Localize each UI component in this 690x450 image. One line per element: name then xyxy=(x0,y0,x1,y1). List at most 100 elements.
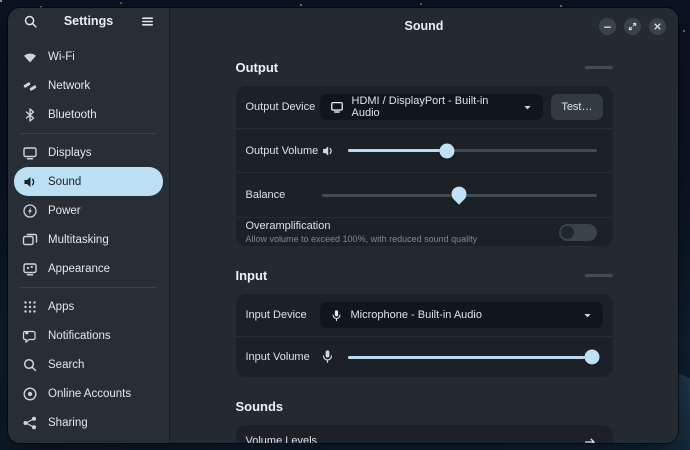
notifications-icon xyxy=(22,328,38,344)
power-icon xyxy=(22,203,38,219)
speaker-icon xyxy=(320,143,336,159)
overamplification-toggle[interactable] xyxy=(559,224,597,241)
minimize-icon xyxy=(602,21,613,32)
sidebar-item-bluetooth[interactable]: Bluetooth xyxy=(14,100,163,129)
sidebar-item-label: Notifications xyxy=(48,330,111,342)
slider-fill xyxy=(348,356,592,359)
settings-window: Settings Wi-Fi Network Bluetooth Display… xyxy=(8,8,678,443)
output-volume-slider-handle[interactable] xyxy=(440,143,455,158)
sounds-card: Volume Levels xyxy=(236,425,613,443)
input-device-value: Microphone - Built-in Audio xyxy=(351,309,482,321)
sidebar-item-sharing[interactable]: Sharing xyxy=(14,408,163,437)
monitor-icon xyxy=(330,100,344,114)
input-volume-slider[interactable] xyxy=(348,349,597,365)
sounds-section-header: Sounds xyxy=(236,397,613,415)
output-device-label: Output Device xyxy=(246,101,320,113)
sidebar-item-label: Sharing xyxy=(48,417,88,429)
maximize-icon xyxy=(627,21,638,32)
sound-settings-scroll-area[interactable]: Output Output Device HDMI / DisplayPort … xyxy=(170,44,678,443)
sidebar-item-label: Search xyxy=(48,359,84,371)
sound-panel: Sound Output xyxy=(170,8,678,443)
close-icon xyxy=(652,21,663,32)
sidebar-item-power[interactable]: Power xyxy=(14,196,163,225)
search-button[interactable] xyxy=(20,11,40,31)
sidebar-item-label: Appearance xyxy=(48,263,110,275)
input-level-meter xyxy=(585,274,613,277)
microphone-icon xyxy=(330,309,343,322)
sidebar-item-online-accounts[interactable]: Online Accounts xyxy=(14,379,163,408)
sidebar-item-label: Online Accounts xyxy=(48,388,131,400)
output-volume-slider[interactable] xyxy=(348,143,597,159)
minimize-button[interactable] xyxy=(599,18,616,35)
appearance-icon xyxy=(22,261,38,277)
sidebar-item-sound[interactable]: Sound xyxy=(14,167,163,196)
input-volume-row: Input Volume xyxy=(236,336,613,377)
sidebar-item-search[interactable]: Search xyxy=(14,350,163,379)
balance-slider-handle[interactable] xyxy=(448,183,469,204)
go-next-arrow-icon xyxy=(583,435,597,443)
overamplification-subtitle: Allow volume to exceed 100%, with reduce… xyxy=(246,234,559,244)
sidebar-item-label: Network xyxy=(48,80,90,92)
network-icon xyxy=(22,78,38,94)
sidebar-item-label: Multitasking xyxy=(48,234,109,246)
sidebar-item-wifi[interactable]: Wi-Fi xyxy=(14,42,163,71)
input-section-header: Input xyxy=(236,266,613,284)
sidebar-list: Wi-Fi Network Bluetooth Displays Sound xyxy=(8,34,169,443)
sidebar-item-label: Apps xyxy=(48,301,74,313)
main-menu-button[interactable] xyxy=(137,11,157,31)
slider-fill xyxy=(348,149,448,152)
chevron-down-icon xyxy=(522,102,533,113)
search-icon xyxy=(23,14,38,29)
multitasking-icon xyxy=(22,232,38,248)
close-button[interactable] xyxy=(649,18,666,35)
overamplification-title: Overamplification xyxy=(246,220,559,232)
output-device-value: HDMI / DisplayPort - Built-in Audio xyxy=(352,95,515,119)
sidebar: Settings Wi-Fi Network Bluetooth Display… xyxy=(8,8,170,443)
balance-slider[interactable] xyxy=(322,187,597,203)
output-device-row: Output Device HDMI / DisplayPort - Built… xyxy=(236,86,613,128)
toggle-knob xyxy=(561,226,574,239)
output-heading: Output xyxy=(236,60,279,75)
input-device-label: Input Device xyxy=(246,309,320,321)
output-section-header: Output xyxy=(236,58,613,76)
sidebar-item-network[interactable]: Network xyxy=(14,71,163,100)
main-headerbar: Sound xyxy=(170,8,678,44)
input-device-row: Input Device Microphone - Built-in Audio xyxy=(236,294,613,336)
sidebar-item-apps[interactable]: Apps xyxy=(14,292,163,321)
chevron-down-icon xyxy=(582,310,593,321)
sidebar-item-label: Sound xyxy=(48,176,81,188)
maximize-button[interactable] xyxy=(624,18,641,35)
balance-label: Balance xyxy=(246,189,320,201)
input-volume-slider-handle[interactable] xyxy=(584,350,599,365)
input-device-dropdown[interactable]: Microphone - Built-in Audio xyxy=(320,302,603,328)
sidebar-item-label: Wi-Fi xyxy=(48,51,75,63)
overamplification-text: Overamplification Allow volume to exceed… xyxy=(246,216,559,246)
wifi-icon xyxy=(22,49,38,65)
volume-levels-row[interactable]: Volume Levels xyxy=(236,425,613,443)
sidebar-item-displays[interactable]: Displays xyxy=(14,138,163,167)
sidebar-item-multitasking[interactable]: Multitasking xyxy=(14,225,163,254)
sidebar-item-label: Bluetooth xyxy=(48,109,97,121)
test-speakers-button[interactable]: Test… xyxy=(551,94,602,120)
output-volume-label: Output Volume xyxy=(246,145,320,157)
sidebar-title: Settings xyxy=(40,14,137,28)
sidebar-item-notifications[interactable]: Notifications xyxy=(14,321,163,350)
search-icon xyxy=(22,357,38,373)
output-device-dropdown[interactable]: HDMI / DisplayPort - Built-in Audio xyxy=(320,94,544,120)
wallpaper-stars xyxy=(0,0,2,2)
output-volume-row: Output Volume xyxy=(236,128,613,172)
input-heading: Input xyxy=(236,268,268,283)
sidebar-item-label: Displays xyxy=(48,147,91,159)
sidebar-item-appearance[interactable]: Appearance xyxy=(14,254,163,283)
sharing-icon xyxy=(22,415,38,431)
displays-icon xyxy=(22,145,38,161)
sidebar-item-label: Power xyxy=(48,205,81,217)
sidebar-separator xyxy=(20,133,157,134)
window-controls xyxy=(599,18,666,35)
output-card: Output Device HDMI / DisplayPort - Built… xyxy=(236,86,613,246)
sidebar-headerbar: Settings xyxy=(8,8,169,34)
input-card: Input Device Microphone - Built-in Audio… xyxy=(236,294,613,377)
output-level-meter xyxy=(585,66,613,69)
volume-levels-label: Volume Levels xyxy=(246,435,318,443)
bluetooth-icon xyxy=(22,107,38,123)
